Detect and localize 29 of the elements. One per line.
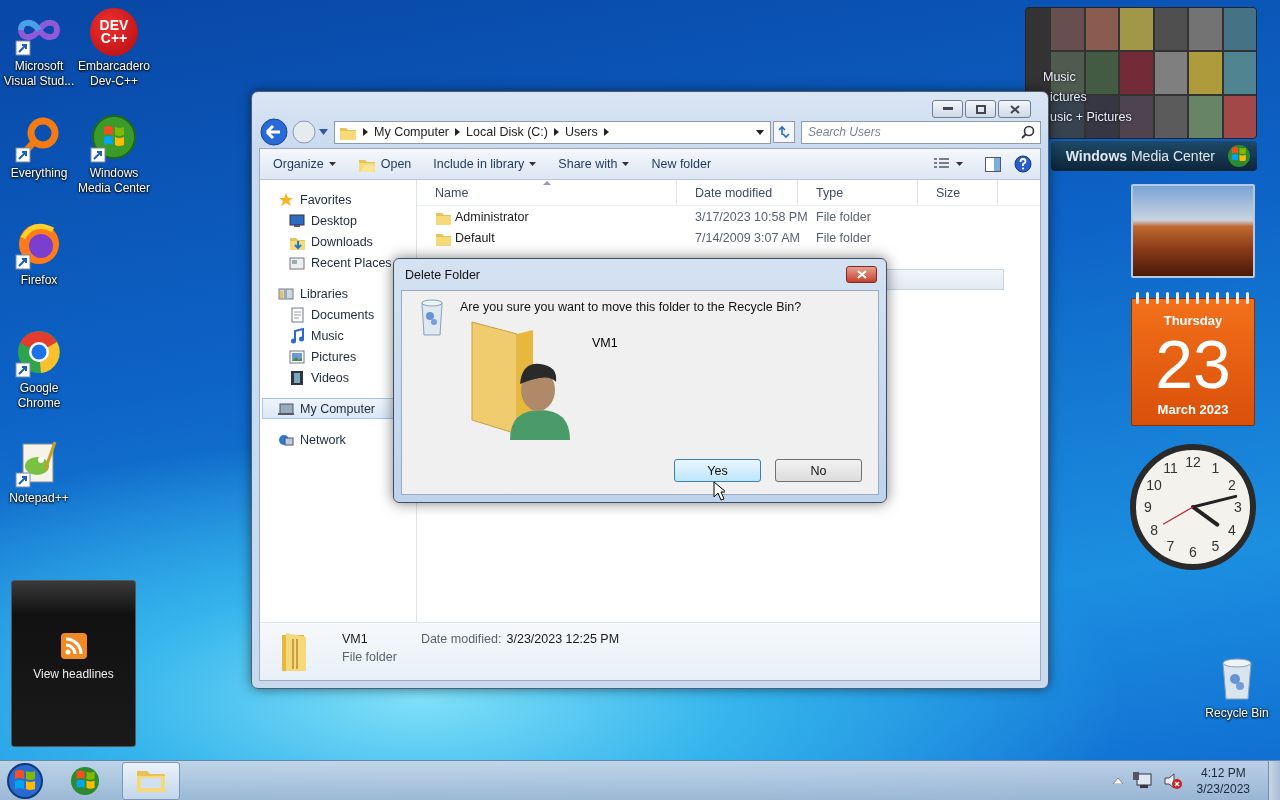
clock-numeral: 5 — [1211, 537, 1220, 554]
clock-numeral: 10 — [1146, 476, 1162, 493]
table-cell-text: 7/14/2009 3:07 AM — [695, 230, 801, 245]
clock-numeral: 12 — [1185, 454, 1201, 470]
file-name: VM1 — [342, 632, 369, 646]
clock-numeral: 4 — [1228, 521, 1236, 538]
gadget-title: Windows Media Center — [1065, 148, 1215, 164]
table-cell-text: Default — [455, 230, 496, 245]
field-value: 3/23/2023 12:25 PM — [506, 632, 620, 646]
day-number: 23 — [1155, 330, 1231, 398]
folder-name: VM1 — [592, 335, 618, 352]
table-cell-text: File folder — [816, 230, 872, 245]
clock-numeral: 2 — [1228, 476, 1236, 493]
dialog-message: Are you sure you want to move this folder to the Recycle Bin? — [460, 299, 803, 314]
weekday: Thursday — [1163, 313, 1223, 328]
clock-numeral: 11 — [1163, 460, 1178, 477]
table-cell-text: 3/17/2023 10:58 PM — [695, 209, 809, 224]
month-year: March 2023 — [1157, 402, 1229, 417]
clock-numeral: 3 — [1234, 499, 1242, 515]
clock-numeral: 6 — [1189, 544, 1197, 560]
table-cell-text: File folder — [816, 209, 872, 224]
file-type: File folder — [342, 650, 397, 664]
field-label: Date modified: — [420, 632, 502, 646]
clock-numeral: 8 — [1150, 521, 1158, 538]
clock-numeral: 7 — [1166, 537, 1175, 554]
dialog-title: Delete Folder — [404, 267, 481, 282]
clock-numeral: 9 — [1144, 499, 1152, 515]
table-cell-text: Administrator — [455, 209, 530, 224]
clock-numeral: 1 — [1211, 460, 1220, 477]
